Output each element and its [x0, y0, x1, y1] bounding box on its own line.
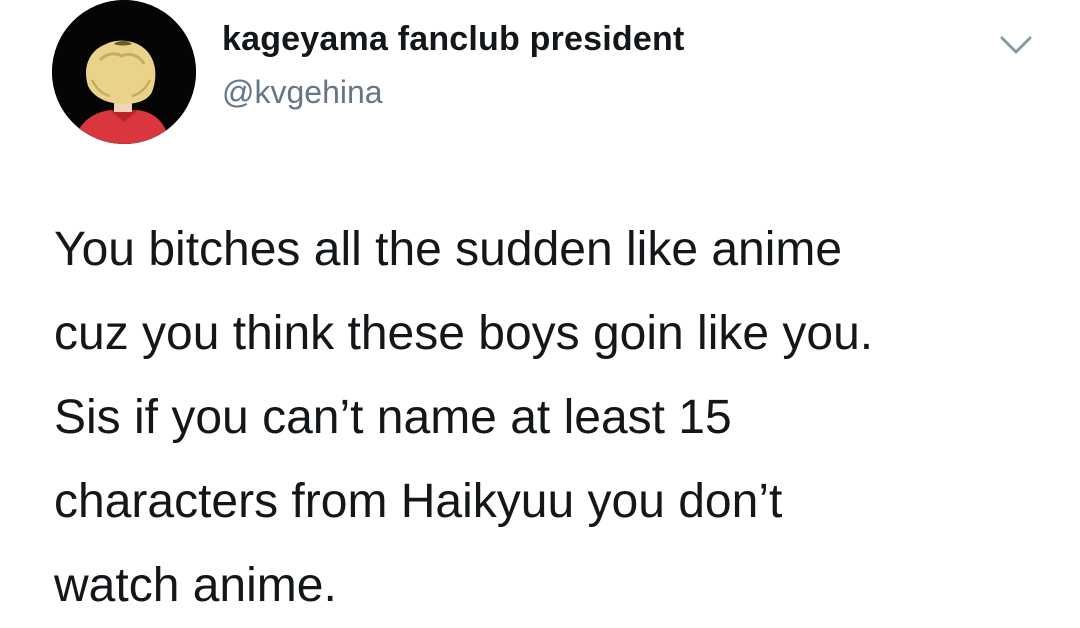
tweet-card: kageyama fanclub president @kvgehina You…	[0, 0, 1080, 620]
avatar[interactable]	[52, 0, 196, 144]
author-handle[interactable]: @kvgehina	[222, 74, 383, 111]
avatar-image	[52, 0, 196, 144]
author-display-name[interactable]: kageyama fanclub president	[222, 20, 684, 59]
tweet-text: You bitches all the sudden like anime cu…	[54, 223, 874, 612]
chevron-down-icon[interactable]	[996, 30, 1036, 60]
